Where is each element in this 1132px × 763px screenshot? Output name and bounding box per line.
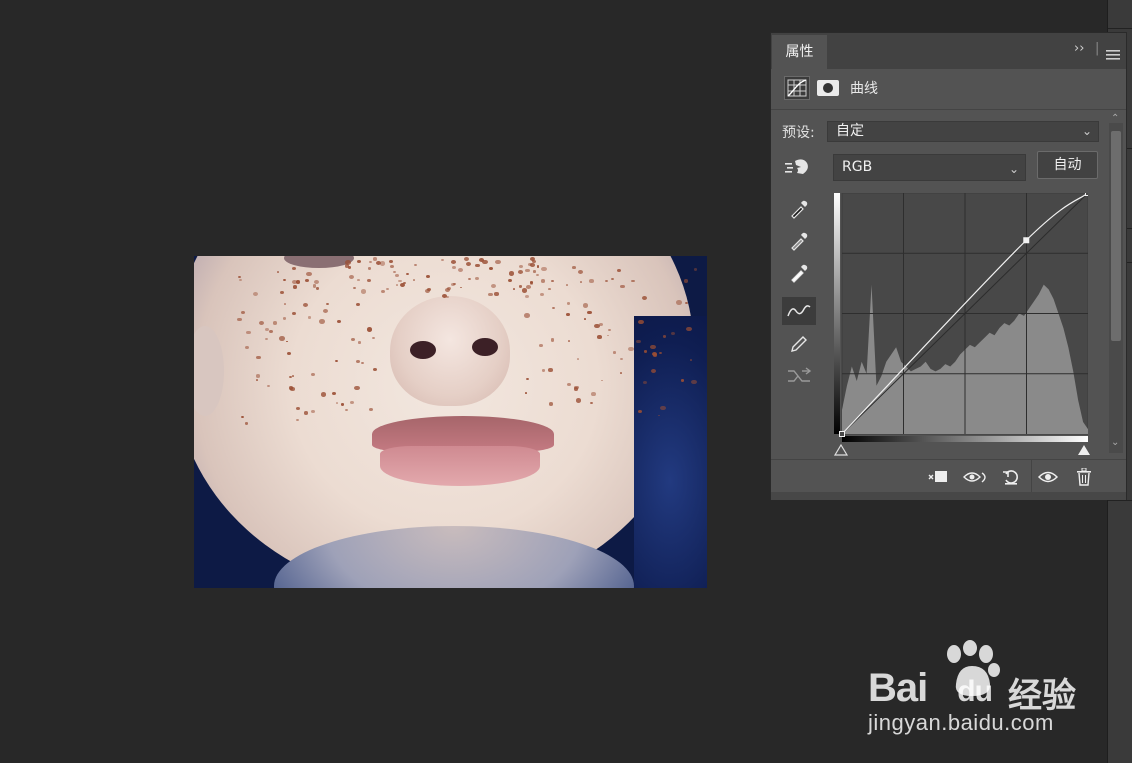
- panel-scrollbar[interactable]: ⌃ ⌄: [1109, 113, 1123, 453]
- clip-to-layer-icon[interactable]: [927, 466, 949, 488]
- curves-graph[interactable]: [834, 193, 1088, 442]
- document-image: [194, 256, 707, 588]
- preset-select[interactable]: 自定 ⌄: [827, 121, 1099, 142]
- white-input-slider[interactable]: [1077, 444, 1091, 456]
- scrollbar-thumb[interactable]: [1111, 131, 1121, 341]
- output-gradient-bar: [834, 193, 840, 434]
- input-gradient-bar: [842, 436, 1088, 442]
- targeted-adjustment-hand-icon[interactable]: [781, 153, 815, 181]
- eye-icon[interactable]: [1037, 466, 1059, 488]
- eyedropper-gray-icon[interactable]: [782, 227, 816, 255]
- panel-footer: [771, 459, 1126, 493]
- chevron-down-icon: ⌄: [1081, 124, 1092, 138]
- eyedropper-black-icon[interactable]: [782, 195, 816, 223]
- chevron-down-icon: ⌄: [1008, 162, 1019, 176]
- black-input-slider[interactable]: [834, 444, 848, 456]
- curve-control-point[interactable]: [1023, 237, 1030, 244]
- view-previous-state-icon[interactable]: [963, 466, 989, 488]
- channel-select[interactable]: RGB ⌄: [833, 154, 1026, 181]
- chevron-up-icon[interactable]: ⌃: [1111, 113, 1119, 124]
- curves-adjustment-icon[interactable]: [784, 76, 810, 100]
- preset-value: 自定: [836, 123, 864, 139]
- panel-resize-grip[interactable]: [771, 492, 1126, 500]
- properties-panel: 属性 ›› | 曲线 预设: 自定 ⌄ RGB ⌄ 自动 ⌃ ⌄: [770, 32, 1127, 500]
- pencil-icon[interactable]: [782, 330, 816, 358]
- auto-button[interactable]: 自动: [1037, 151, 1098, 179]
- tab-properties[interactable]: 属性: [772, 35, 827, 69]
- panel-tab-bar: 属性 ›› |: [771, 33, 1126, 69]
- reset-icon[interactable]: [1000, 466, 1022, 488]
- panel-menu-icon[interactable]: [1106, 45, 1120, 64]
- trash-icon[interactable]: [1073, 466, 1095, 488]
- chevron-down-icon[interactable]: ⌄: [1111, 437, 1119, 448]
- smooth-curve-icon[interactable]: [782, 362, 816, 390]
- curve-points-icon[interactable]: [782, 297, 816, 325]
- watermark-url: jingyan.baidu.com: [868, 710, 1054, 735]
- watermark-brand: Bai du: [868, 666, 993, 710]
- collapse-panel-icon[interactable]: ››: [1074, 41, 1084, 56]
- adjustment-type-row: 曲线: [771, 69, 1126, 110]
- divider: [1031, 460, 1032, 493]
- channel-value: RGB: [842, 159, 873, 175]
- eyedropper-white-icon[interactable]: [782, 259, 816, 287]
- curve-control-point[interactable]: [1085, 193, 1089, 196]
- layer-mask-icon[interactable]: [817, 80, 839, 96]
- preset-label: 预设:: [782, 125, 815, 141]
- adjustment-type-label: 曲线: [850, 81, 878, 97]
- curve-control-point[interactable]: [839, 431, 845, 437]
- divider: |: [1095, 41, 1100, 56]
- baidu-jingyan-watermark: Bai du 经验 jingyan.baidu.com: [868, 640, 1078, 740]
